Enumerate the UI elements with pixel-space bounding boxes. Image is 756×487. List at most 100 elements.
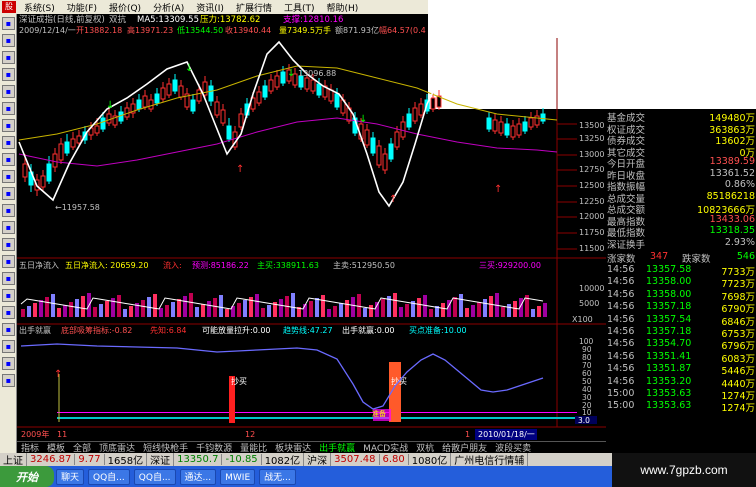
tool-button-1[interactable]: ▪ <box>2 17 15 30</box>
candle-body <box>316 83 322 96</box>
flow-bar <box>123 309 127 317</box>
tool-button-16[interactable]: ▪ <box>2 272 15 285</box>
chart-area[interactable]: 深证成指(日线,前复权) 双抗 MA5:13309.55 压力:13782.62… <box>17 14 606 456</box>
tool-button-9[interactable]: ▪ <box>2 153 15 166</box>
candle-body <box>412 107 418 122</box>
taskbar-item[interactable]: QQ自... <box>133 468 176 485</box>
flow-bar <box>279 299 283 317</box>
indicator-volume-surge: 可能放量拉升:0.00 <box>202 325 271 335</box>
tool-button-20[interactable]: ▪ <box>2 340 15 353</box>
tool-button-15[interactable]: ▪ <box>2 255 15 268</box>
quote-value: 13361.52 <box>709 167 755 179</box>
flow-bar <box>531 309 535 317</box>
tool-button-17[interactable]: ▪ <box>2 289 15 302</box>
tab-top-bottom-radar[interactable]: 顶底雷达 <box>95 442 139 453</box>
quote-panel: 基金成交 149480万 权证成交 363863万 债券成交 13602万 其它成交 0万 今日… <box>606 109 756 447</box>
candle-body <box>400 121 406 138</box>
tick-time: 14:56 <box>607 264 635 275</box>
taskbar-item[interactable]: 通达... <box>179 468 217 485</box>
tool-button-18[interactable]: ▪ <box>2 306 15 319</box>
flow-bar <box>477 302 481 317</box>
tick-price: 13357.54 <box>646 313 692 325</box>
menu-help[interactable]: 帮助(H) <box>320 1 364 14</box>
flow-third-buy: 三买:929200.00 <box>479 261 541 270</box>
flow-bar <box>183 296 187 317</box>
tab-swing[interactable]: 波段买卖 <box>491 442 535 453</box>
tick-price: 13354.70 <box>646 338 692 350</box>
bar-amount: 额871.93亿 <box>335 25 379 35</box>
tool-button-5[interactable]: ▪ <box>2 85 15 98</box>
tool-button-3[interactable]: ▪ <box>2 51 15 64</box>
menu-quote[interactable]: 报价(Q) <box>103 1 147 14</box>
tool-button-7[interactable]: ▪ <box>2 119 15 132</box>
hs-amount: 1080亿 <box>409 453 452 466</box>
tool-button-2[interactable]: ▪ <box>2 34 15 47</box>
flow-bar <box>189 293 193 317</box>
tool-button-21[interactable]: ▪ <box>2 357 15 370</box>
tab-retail[interactable]: 给散户朋友 <box>438 442 491 453</box>
taskbar-item[interactable]: 聊天 <box>56 468 85 485</box>
tool-button-13[interactable]: ▪ <box>2 221 15 234</box>
tab-data-source[interactable]: 千钧数源 <box>192 442 236 453</box>
flow-forecast: 预测:85186.22 <box>192 260 249 270</box>
price-panel: 深证成指(日线,前复权) 双抗 MA5:13309.55 压力:13782.62… <box>18 14 604 427</box>
tool-button-8[interactable]: ▪ <box>2 136 15 149</box>
max-price-label: 13096.88 <box>298 69 336 78</box>
taskbar-item[interactable]: MWIE <box>220 468 256 485</box>
tool-button-19[interactable]: ▪ <box>2 323 15 336</box>
flow-bar <box>213 298 217 317</box>
tick-row: 14:56 13351.87 5446万 <box>606 363 756 377</box>
tab-template[interactable]: 模板 <box>43 442 69 453</box>
tab-all[interactable]: 全部 <box>69 442 95 453</box>
start-button[interactable]: 开始 <box>0 466 54 487</box>
tab-sector-radar[interactable]: 板块雷达 <box>271 442 315 453</box>
flow-bar <box>117 295 121 317</box>
tab-short-gunner[interactable]: 短线快枪手 <box>139 442 192 453</box>
tick-row: 14:56 13351.41 6083万 <box>606 351 756 365</box>
flow-bar <box>471 305 475 317</box>
tool-button-14[interactable]: ▪ <box>2 238 15 251</box>
flow-bar <box>369 305 373 317</box>
candle-body <box>166 83 172 96</box>
chart-title: 深证成指(日线,前复权) <box>19 14 105 25</box>
indicator-buy-ready: 买点准备:10.00 <box>409 325 467 335</box>
price-grid <box>556 38 577 427</box>
flow-bar <box>207 301 211 317</box>
quote-row: 基金成交 149480万 <box>606 110 756 124</box>
candle-body <box>70 138 76 148</box>
flow-bar <box>339 303 343 317</box>
flow-bar <box>489 296 493 317</box>
menu-analysis[interactable]: 分析(A) <box>147 1 190 14</box>
taskbar-item[interactable]: 战无... <box>259 468 296 485</box>
tool-button-4[interactable]: ▪ <box>2 68 15 81</box>
tick-time: 14:56 <box>607 363 635 375</box>
menu-function[interactable]: 功能(F) <box>61 1 103 14</box>
quote-row: 最低指数 13318.35 <box>606 225 756 239</box>
tick-price: 13357.18 <box>646 301 692 313</box>
tab-double[interactable]: 双杭 <box>412 442 438 453</box>
menu-extended-quote[interactable]: 扩展行情 <box>230 1 278 14</box>
tool-button-12[interactable]: ▪ <box>2 204 15 217</box>
tool-button-22[interactable]: ▪ <box>2 374 15 387</box>
taskbar-item[interactable]: QQ自... <box>88 468 130 485</box>
sh-amount: 1658亿 <box>105 453 148 466</box>
tab-macd[interactable]: MACD实战 <box>359 442 412 453</box>
tab-volume-ratio[interactable]: 量能比 <box>236 442 271 453</box>
menu-system[interactable]: 系统(S) <box>18 1 61 14</box>
tab-indicator[interactable]: 指标 <box>17 442 43 453</box>
chart-canvas[interactable]: 深证成指(日线,前复权) 双抗 MA5:13309.55 压力:13782.62… <box>17 14 606 441</box>
flow-bar <box>351 297 355 317</box>
candle-body <box>142 95 148 108</box>
tab-win[interactable]: 出手就赢 <box>315 442 359 453</box>
tick-row: 14:56 13357.18 6753万 <box>606 326 756 340</box>
tick-time: 15:00 <box>607 388 635 399</box>
candle-body <box>148 99 154 110</box>
flow-panel: 五日净流入 五日净流入: 20659.20 流入: 预测:85186.22 主买… <box>19 260 604 324</box>
tool-button-10[interactable]: ▪ <box>2 170 15 183</box>
menu-tools[interactable]: 工具(T) <box>278 1 321 14</box>
flow-bar <box>63 305 67 317</box>
tool-button-6[interactable]: ▪ <box>2 102 15 115</box>
tool-button-11[interactable]: ▪ <box>2 187 15 200</box>
menu-info[interactable]: 资讯(I) <box>190 1 230 14</box>
tick-row: 14:56 13358.00 7698万 <box>606 289 756 303</box>
